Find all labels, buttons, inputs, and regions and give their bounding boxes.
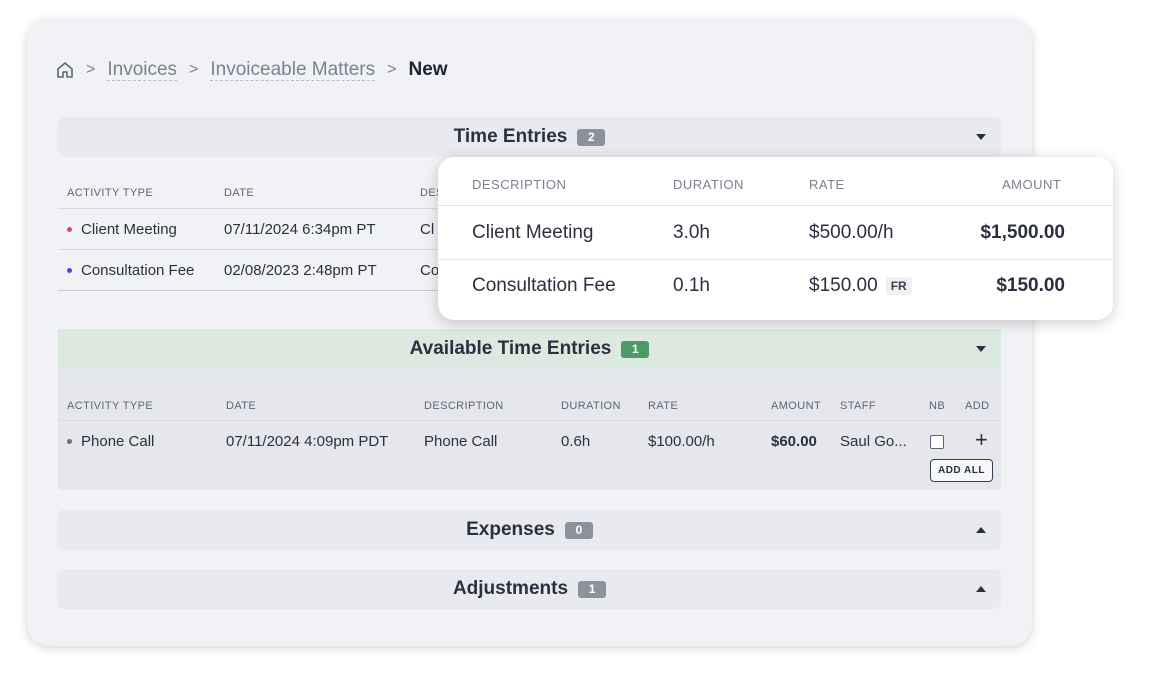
chevron-right-icon: > xyxy=(189,61,199,78)
breadcrumb: > Invoices > Invoiceable Matters > New xyxy=(56,58,448,82)
time-entries-detail-popup: DESCRIPTION DURATION RATE AMOUNT Client … xyxy=(438,157,1113,320)
col-add: ADD xyxy=(965,400,990,412)
available-time-entries-title: Available Time Entries xyxy=(409,338,612,359)
col-rate: RATE xyxy=(648,400,679,412)
popup-row-amount: $150.00 xyxy=(996,275,1065,296)
available-entry-description: Phone Call xyxy=(424,433,498,450)
expenses-title: Expenses xyxy=(466,519,555,540)
breadcrumb-current: New xyxy=(408,59,448,80)
time-entry-activity: Client Meeting xyxy=(67,221,177,238)
available-entries-table xyxy=(58,369,1001,490)
chevron-right-icon: > xyxy=(86,61,96,78)
popup-row-duration: 3.0h xyxy=(673,222,710,243)
popup-row-description: Consultation Fee xyxy=(472,275,616,296)
popup-col-description: DESCRIPTION xyxy=(472,177,567,192)
col-date: DATE xyxy=(224,187,255,199)
time-entries-title: Time Entries xyxy=(453,126,568,147)
popup-col-rate: RATE xyxy=(809,177,845,192)
caret-down-icon[interactable] xyxy=(976,346,986,352)
expenses-header[interactable]: Expenses 0 xyxy=(58,510,1001,550)
col-amount: AMOUNT xyxy=(771,400,822,412)
home-icon[interactable] xyxy=(56,61,74,79)
adjustments-header[interactable]: Adjustments 1 xyxy=(58,569,1001,609)
caret-up-icon[interactable] xyxy=(976,586,986,592)
popup-row-rate: $500.00/h xyxy=(809,222,894,243)
add-all-button[interactable]: ADD ALL xyxy=(930,459,993,482)
breadcrumb-invoices[interactable]: Invoices xyxy=(107,59,178,81)
breadcrumb-invoiceable-matters[interactable]: Invoiceable Matters xyxy=(210,59,376,81)
available-entry-amount: $60.00 xyxy=(771,433,817,450)
popup-col-amount: AMOUNT xyxy=(1002,177,1062,192)
divider xyxy=(438,259,1113,260)
col-activity-type: ACTIVITY TYPE xyxy=(67,400,154,412)
time-entry-description: Co xyxy=(420,262,440,279)
adjustments-title: Adjustments xyxy=(452,578,569,599)
time-entries-count-badge: 2 xyxy=(577,128,606,146)
popup-row-description: Client Meeting xyxy=(472,222,594,243)
col-duration: DURATION xyxy=(561,400,621,412)
available-entry-rate: $100.00/h xyxy=(648,433,715,450)
time-entry-date: 07/11/2024 6:34pm PT xyxy=(224,221,376,238)
add-entry-button[interactable]: + xyxy=(975,429,988,451)
col-activity-type: ACTIVITY TYPE xyxy=(67,187,154,199)
col-nb: NB xyxy=(929,400,946,412)
nb-checkbox[interactable] xyxy=(930,435,944,449)
popup-col-duration: DURATION xyxy=(673,177,744,192)
caret-down-icon[interactable] xyxy=(976,134,986,140)
activity-dot xyxy=(67,267,72,273)
time-entries-header[interactable]: Time Entries 2 xyxy=(58,117,1001,157)
chevron-right-icon: > xyxy=(387,61,397,78)
expenses-count-badge: 0 xyxy=(564,521,593,539)
activity-dot xyxy=(67,226,72,232)
available-entry-activity: Phone Call xyxy=(67,433,154,450)
adjustments-count-badge: 1 xyxy=(578,580,607,598)
col-date: DATE xyxy=(226,400,257,412)
col-description: DESCRIPTION xyxy=(424,400,504,412)
caret-up-icon[interactable] xyxy=(976,527,986,533)
popup-row-amount: $1,500.00 xyxy=(980,222,1065,243)
popup-row-duration: 0.1h xyxy=(673,275,710,296)
time-entry-date: 02/08/2023 2:48pm PT xyxy=(224,262,377,279)
divider xyxy=(58,290,458,291)
available-time-entries-header[interactable]: Available Time Entries 1 xyxy=(58,329,1001,369)
available-entry-staff: Saul Go... xyxy=(840,433,907,450)
flat-rate-tag: FR xyxy=(885,276,912,295)
available-count-badge: 1 xyxy=(621,340,650,358)
divider xyxy=(58,420,1001,421)
available-entry-duration: 0.6h xyxy=(561,433,591,450)
activity-dot xyxy=(67,438,72,444)
divider xyxy=(58,208,458,209)
col-staff: STAFF xyxy=(840,400,877,412)
popup-row-rate: $150.00 FR xyxy=(809,275,912,297)
time-entry-activity: Consultation Fee xyxy=(67,262,194,279)
time-entry-description: Cl xyxy=(420,221,435,238)
available-entry-date: 07/11/2024 4:09pm PDT xyxy=(226,433,389,450)
divider xyxy=(438,205,1113,206)
divider xyxy=(58,249,458,250)
